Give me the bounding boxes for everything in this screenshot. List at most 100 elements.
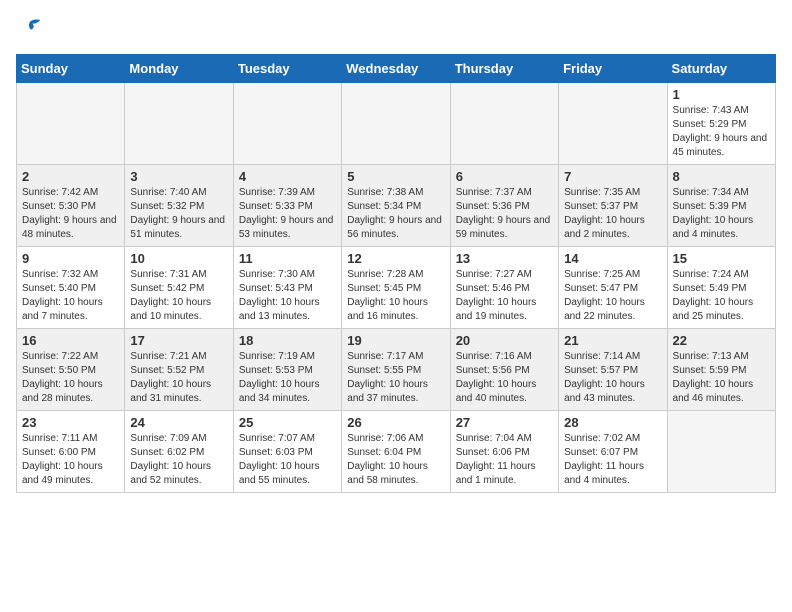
day-number: 10 xyxy=(130,251,227,266)
calendar-day-cell: 15 Sunrise: 7:24 AM Sunset: 5:49 PM Dayli… xyxy=(667,246,775,328)
calendar-day-cell: 28 Sunrise: 7:02 AM Sunset: 6:07 PM Dayli… xyxy=(559,410,667,492)
calendar-day-cell: 24 Sunrise: 7:09 AM Sunset: 6:02 PM Dayli… xyxy=(125,410,233,492)
calendar-week-row: 23 Sunrise: 7:11 AM Sunset: 6:00 PM Dayli… xyxy=(17,410,776,492)
calendar-header-tuesday: Tuesday xyxy=(233,54,341,82)
day-info: Sunrise: 7:21 AM Sunset: 5:52 PM Dayligh… xyxy=(130,350,227,406)
calendar-day-cell: 14 Sunrise: 7:25 AM Sunset: 5:47 PM Dayli… xyxy=(559,246,667,328)
calendar-header-row: SundayMondayTuesdayWednesdayThursdayFrid… xyxy=(17,54,776,82)
day-info: Sunrise: 7:11 AM Sunset: 6:00 PM Dayligh… xyxy=(22,432,119,488)
day-info: Sunrise: 7:06 AM Sunset: 6:04 PM Dayligh… xyxy=(347,432,444,488)
day-info: Sunrise: 7:07 AM Sunset: 6:03 PM Dayligh… xyxy=(239,432,336,488)
day-info: Sunrise: 7:35 AM Sunset: 5:37 PM Dayligh… xyxy=(564,186,661,242)
calendar-day-cell: 22 Sunrise: 7:13 AM Sunset: 5:59 PM Dayli… xyxy=(667,328,775,410)
day-info: Sunrise: 7:04 AM Sunset: 6:06 PM Dayligh… xyxy=(456,432,553,488)
day-number: 20 xyxy=(456,333,553,348)
day-number: 17 xyxy=(130,333,227,348)
calendar-body: 1Sunrise: 7:43 AM Sunset: 5:29 PM Daylig… xyxy=(17,82,776,492)
day-info: Sunrise: 7:09 AM Sunset: 6:02 PM Dayligh… xyxy=(130,432,227,488)
day-info: Sunrise: 7:43 AM Sunset: 5:29 PM Dayligh… xyxy=(673,104,770,160)
calendar-day-cell: 17 Sunrise: 7:21 AM Sunset: 5:52 PM Dayli… xyxy=(125,328,233,410)
calendar-week-row: 16Sunrise: 7:22 AM Sunset: 5:50 PM Dayli… xyxy=(17,328,776,410)
day-number: 21 xyxy=(564,333,661,348)
calendar-header-thursday: Thursday xyxy=(450,54,558,82)
calendar-day-cell: 13 Sunrise: 7:27 AM Sunset: 5:46 PM Dayli… xyxy=(450,246,558,328)
day-info: Sunrise: 7:24 AM Sunset: 5:49 PM Dayligh… xyxy=(673,268,770,324)
calendar-day-cell: 27 Sunrise: 7:04 AM Sunset: 6:06 PM Dayli… xyxy=(450,410,558,492)
calendar-day-cell: 6 Sunrise: 7:37 AM Sunset: 5:36 PM Daylig… xyxy=(450,164,558,246)
day-number: 26 xyxy=(347,415,444,430)
day-info: Sunrise: 7:38 AM Sunset: 5:34 PM Dayligh… xyxy=(347,186,444,242)
day-number: 24 xyxy=(130,415,227,430)
day-number: 27 xyxy=(456,415,553,430)
calendar-day-cell xyxy=(125,82,233,164)
calendar-day-cell: 9 Sunrise: 7:32 AM Sunset: 5:40 PM Daylig… xyxy=(17,246,125,328)
day-number: 28 xyxy=(564,415,661,430)
calendar-day-cell xyxy=(667,410,775,492)
day-number: 5 xyxy=(347,169,444,184)
calendar-day-cell: 2 Sunrise: 7:42 AM Sunset: 5:30 PM Daylig… xyxy=(17,164,125,246)
calendar-day-cell xyxy=(17,82,125,164)
calendar-day-cell: 16Sunrise: 7:22 AM Sunset: 5:50 PM Dayli… xyxy=(17,328,125,410)
day-info: Sunrise: 7:27 AM Sunset: 5:46 PM Dayligh… xyxy=(456,268,553,324)
calendar-day-cell: 1Sunrise: 7:43 AM Sunset: 5:29 PM Daylig… xyxy=(667,82,775,164)
day-info: Sunrise: 7:02 AM Sunset: 6:07 PM Dayligh… xyxy=(564,432,661,488)
day-info: Sunrise: 7:34 AM Sunset: 5:39 PM Dayligh… xyxy=(673,186,770,242)
day-info: Sunrise: 7:14 AM Sunset: 5:57 PM Dayligh… xyxy=(564,350,661,406)
calendar-header-saturday: Saturday xyxy=(667,54,775,82)
day-info: Sunrise: 7:28 AM Sunset: 5:45 PM Dayligh… xyxy=(347,268,444,324)
calendar-day-cell: 20 Sunrise: 7:16 AM Sunset: 5:56 PM Dayli… xyxy=(450,328,558,410)
day-info: Sunrise: 7:32 AM Sunset: 5:40 PM Dayligh… xyxy=(22,268,119,324)
day-number: 9 xyxy=(22,251,119,266)
calendar-day-cell: 26 Sunrise: 7:06 AM Sunset: 6:04 PM Dayli… xyxy=(342,410,450,492)
day-number: 7 xyxy=(564,169,661,184)
day-info: Sunrise: 7:31 AM Sunset: 5:42 PM Dayligh… xyxy=(130,268,227,324)
calendar-day-cell xyxy=(233,82,341,164)
day-info: Sunrise: 7:19 AM Sunset: 5:53 PM Dayligh… xyxy=(239,350,336,406)
calendar-day-cell: 11 Sunrise: 7:30 AM Sunset: 5:43 PM Dayli… xyxy=(233,246,341,328)
day-info: Sunrise: 7:30 AM Sunset: 5:43 PM Dayligh… xyxy=(239,268,336,324)
calendar-day-cell xyxy=(559,82,667,164)
day-info: Sunrise: 7:40 AM Sunset: 5:32 PM Dayligh… xyxy=(130,186,227,242)
day-number: 11 xyxy=(239,251,336,266)
day-info: Sunrise: 7:13 AM Sunset: 5:59 PM Dayligh… xyxy=(673,350,770,406)
calendar-day-cell xyxy=(450,82,558,164)
day-info: Sunrise: 7:16 AM Sunset: 5:56 PM Dayligh… xyxy=(456,350,553,406)
day-number: 6 xyxy=(456,169,553,184)
day-number: 3 xyxy=(130,169,227,184)
calendar-day-cell: 23 Sunrise: 7:11 AM Sunset: 6:00 PM Dayli… xyxy=(17,410,125,492)
day-number: 25 xyxy=(239,415,336,430)
calendar-day-cell: 3 Sunrise: 7:40 AM Sunset: 5:32 PM Daylig… xyxy=(125,164,233,246)
day-number: 14 xyxy=(564,251,661,266)
calendar-day-cell: 25 Sunrise: 7:07 AM Sunset: 6:03 PM Dayli… xyxy=(233,410,341,492)
day-number: 15 xyxy=(673,251,770,266)
day-number: 19 xyxy=(347,333,444,348)
calendar-table: SundayMondayTuesdayWednesdayThursdayFrid… xyxy=(16,54,776,493)
day-number: 12 xyxy=(347,251,444,266)
header xyxy=(16,16,776,46)
day-info: Sunrise: 7:22 AM Sunset: 5:50 PM Dayligh… xyxy=(22,350,119,406)
day-info: Sunrise: 7:39 AM Sunset: 5:33 PM Dayligh… xyxy=(239,186,336,242)
calendar-week-row: 9 Sunrise: 7:32 AM Sunset: 5:40 PM Daylig… xyxy=(17,246,776,328)
calendar-week-row: 2 Sunrise: 7:42 AM Sunset: 5:30 PM Daylig… xyxy=(17,164,776,246)
day-number: 13 xyxy=(456,251,553,266)
calendar-day-cell: 7 Sunrise: 7:35 AM Sunset: 5:37 PM Daylig… xyxy=(559,164,667,246)
day-number: 18 xyxy=(239,333,336,348)
calendar-header-monday: Monday xyxy=(125,54,233,82)
calendar-header-sunday: Sunday xyxy=(17,54,125,82)
day-number: 2 xyxy=(22,169,119,184)
calendar-week-row: 1Sunrise: 7:43 AM Sunset: 5:29 PM Daylig… xyxy=(17,82,776,164)
day-info: Sunrise: 7:37 AM Sunset: 5:36 PM Dayligh… xyxy=(456,186,553,242)
day-number: 22 xyxy=(673,333,770,348)
calendar-day-cell: 19 Sunrise: 7:17 AM Sunset: 5:55 PM Dayli… xyxy=(342,328,450,410)
day-info: Sunrise: 7:42 AM Sunset: 5:30 PM Dayligh… xyxy=(22,186,119,242)
calendar-header-friday: Friday xyxy=(559,54,667,82)
calendar-day-cell: 10 Sunrise: 7:31 AM Sunset: 5:42 PM Dayli… xyxy=(125,246,233,328)
day-number: 4 xyxy=(239,169,336,184)
day-number: 23 xyxy=(22,415,119,430)
logo xyxy=(16,16,42,46)
logo-bird-icon xyxy=(18,16,42,40)
day-info: Sunrise: 7:17 AM Sunset: 5:55 PM Dayligh… xyxy=(347,350,444,406)
day-info: Sunrise: 7:25 AM Sunset: 5:47 PM Dayligh… xyxy=(564,268,661,324)
calendar-day-cell: 5 Sunrise: 7:38 AM Sunset: 5:34 PM Daylig… xyxy=(342,164,450,246)
calendar-header-wednesday: Wednesday xyxy=(342,54,450,82)
